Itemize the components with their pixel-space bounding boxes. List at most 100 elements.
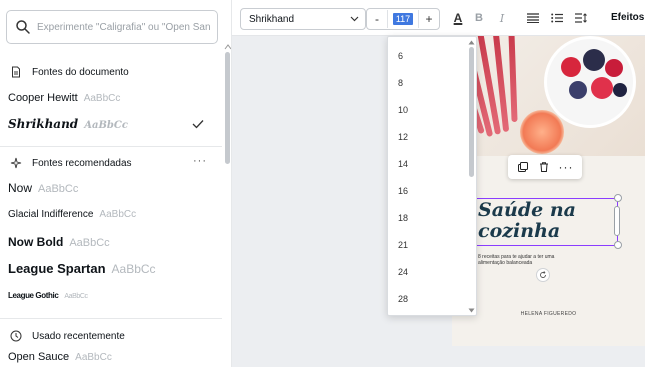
font-size-dropdown: 6 8 10 12 14 16 18 21 24 28 — [387, 36, 477, 316]
strawberry — [561, 57, 581, 77]
font-family-value: Shrikhand — [249, 13, 295, 25]
document-fonts-heading-label: Fontes do documento — [32, 66, 129, 78]
design-author[interactable]: HELENA FIGUEREDO — [452, 311, 645, 317]
font-size-option[interactable]: 16 — [398, 186, 408, 196]
blackberry — [613, 83, 627, 97]
font-item-now[interactable]: Now AaBbCc — [8, 181, 78, 195]
duplicate-icon[interactable] — [517, 161, 529, 173]
font-size-option[interactable]: 6 — [398, 51, 403, 61]
design-subtitle[interactable]: 8 receitas para te ajudar a ter uma alim… — [478, 254, 568, 266]
bold-label: B — [475, 12, 483, 24]
dropdown-scroll-up-icon[interactable] — [468, 40, 475, 45]
font-item-open-sauce[interactable]: Open Sauce AaBbCc — [8, 351, 112, 363]
panel-scroll-up-arrow-icon[interactable] — [224, 44, 232, 50]
rotate-icon — [540, 271, 546, 278]
font-size-option[interactable]: 18 — [398, 213, 408, 223]
font-size-value: 117 — [392, 13, 414, 25]
font-item-sample: AaBbCc — [38, 183, 79, 195]
search-icon — [16, 20, 30, 34]
font-item-name: Glacial Indifference — [8, 209, 94, 220]
bold-button[interactable]: B — [473, 10, 485, 26]
recent-fonts-heading-label: Usado recentemente — [32, 330, 125, 342]
font-item-now-bold[interactable]: Now Bold AaBbCc — [8, 235, 110, 249]
font-item-name: League Gothic — [8, 291, 59, 300]
font-item-cooper-hewitt[interactable]: Cooper Hewitt AaBbCc — [8, 92, 120, 104]
clock-icon — [10, 330, 22, 342]
blueberry — [569, 81, 587, 99]
font-item-league-spartan[interactable]: League Spartan AaBbCc — [8, 261, 156, 276]
increase-font-size-button[interactable]: + — [419, 12, 439, 26]
font-item-sample: AaBbCc — [111, 262, 156, 276]
strawberry — [605, 59, 623, 77]
resize-handle[interactable] — [614, 241, 622, 249]
font-item-sample: AaBbCc — [64, 293, 88, 300]
font-panel: Fontes do documento Cooper Hewitt AaBbCc… — [0, 0, 232, 367]
fruit-bowl — [544, 36, 636, 128]
font-item-shrikhand[interactable]: Shrikhand AaBbCc — [8, 117, 128, 131]
font-size-option[interactable]: 14 — [398, 159, 408, 169]
divider — [0, 146, 222, 147]
strawberry — [591, 77, 613, 99]
font-item-sample: AaBbCc — [75, 352, 112, 363]
checkmark-icon — [192, 120, 204, 129]
font-size-control: - 117 + — [366, 8, 440, 30]
recommended-fonts-heading: Fontes recomendadas — [10, 157, 132, 169]
design-page[interactable] — [452, 36, 645, 346]
recommended-fonts-heading-label: Fontes recomendadas — [32, 157, 132, 169]
chevron-down-icon — [350, 16, 359, 22]
dropdown-scroll-down-icon[interactable] — [468, 308, 475, 313]
font-size-option[interactable]: 12 — [398, 132, 408, 142]
list-glyph — [551, 13, 563, 23]
panel-scrollbar[interactable] — [225, 52, 230, 164]
font-item-name: League Spartan — [8, 261, 106, 276]
font-item-name: Cooper Hewitt — [8, 92, 78, 104]
blackberry — [583, 49, 605, 71]
design-title[interactable]: Saúde na cozinha — [478, 200, 576, 242]
font-size-option[interactable]: 24 — [398, 267, 408, 277]
bulleted-list-icon[interactable] — [550, 10, 564, 26]
font-size-option[interactable]: 8 — [398, 78, 403, 88]
recent-fonts-heading: Usado recentemente — [10, 330, 125, 342]
text-color-icon[interactable]: A — [451, 10, 465, 26]
font-item-sample: AaBbCc — [83, 93, 121, 104]
font-size-option[interactable]: 21 — [398, 240, 408, 250]
font-search-box[interactable] — [6, 10, 218, 44]
text-toolbar: Shrikhand - 117 + A B I Efeitos — [232, 0, 645, 36]
food-photo[interactable] — [452, 36, 645, 156]
spacing-glyph — [575, 13, 587, 23]
font-item-name: Open Sauce — [8, 351, 70, 363]
more-options-icon[interactable]: ··· — [193, 155, 207, 167]
italic-button[interactable]: I — [496, 10, 508, 26]
line-spacing-icon[interactable] — [574, 10, 588, 26]
design-title-line: cozinha — [478, 220, 561, 242]
font-item-sample: AaBbCc — [69, 237, 110, 249]
font-item-glacial-indifference[interactable]: Glacial Indifference AaBbCc — [8, 209, 136, 220]
font-item-name: Shrikhand — [8, 117, 79, 131]
rotate-handle[interactable] — [536, 268, 550, 282]
align-icon[interactable] — [526, 10, 540, 26]
divider — [0, 318, 222, 319]
font-item-sample: AaBbCc — [99, 209, 137, 220]
grapefruit-slice — [520, 110, 564, 154]
font-item-name: Now Bold — [8, 235, 64, 249]
resize-handle[interactable] — [614, 206, 620, 236]
dropdown-scrollbar[interactable] — [469, 47, 474, 177]
design-title-line: Saúde na — [478, 199, 576, 221]
font-item-league-gothic[interactable]: League Gothic AaBbCc — [8, 291, 88, 300]
sparkle-icon — [10, 157, 22, 169]
font-size-option[interactable]: 28 — [398, 294, 408, 304]
more-options-icon[interactable]: ··· — [559, 160, 574, 174]
trash-icon[interactable] — [538, 161, 550, 173]
font-search-input[interactable] — [37, 21, 217, 33]
font-size-option[interactable]: 10 — [398, 105, 408, 115]
rhubarb-stalk — [508, 36, 518, 123]
resize-handle[interactable] — [614, 194, 622, 202]
font-family-dropdown[interactable]: Shrikhand — [240, 8, 366, 30]
font-size-input[interactable]: 117 — [387, 10, 419, 28]
effects-button[interactable]: Efeitos — [611, 12, 644, 23]
decrease-font-size-button[interactable]: - — [367, 12, 387, 26]
element-toolbar: ··· — [508, 155, 582, 179]
document-fonts-heading: Fontes do documento — [10, 66, 129, 78]
italic-label: I — [499, 11, 505, 25]
text-color-letter: A — [453, 11, 463, 25]
